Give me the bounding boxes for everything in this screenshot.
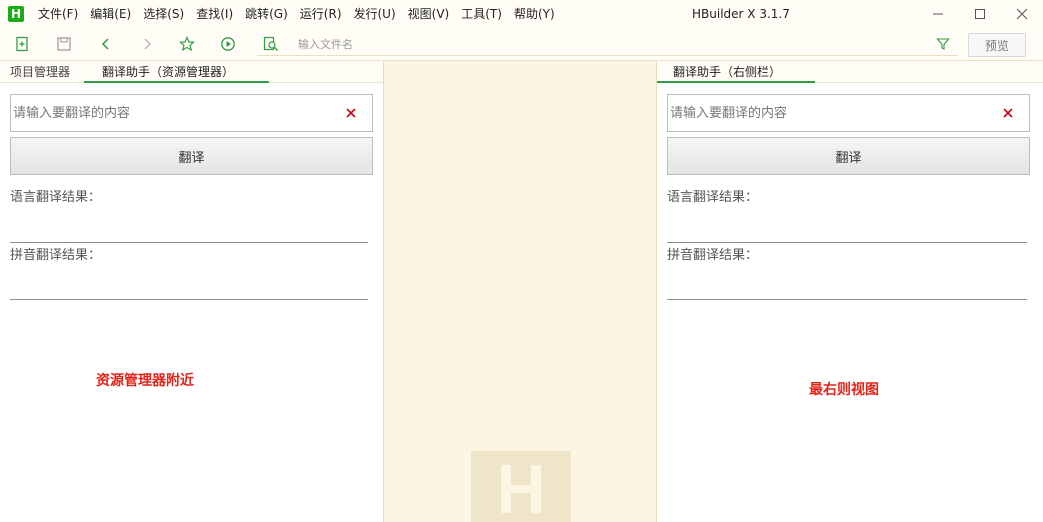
tab-translator-right[interactable]: 翻译助手（右侧栏） [657,61,815,83]
menu-publish[interactable]: 发行(U) [348,0,402,28]
language-result-field[interactable] [10,242,368,243]
translate-input-right[interactable] [670,95,990,131]
language-result-label-right: 语言翻译结果： [667,190,759,205]
language-result-label: 语言翻译结果： [10,190,102,205]
filter-button[interactable] [934,35,952,53]
language-result-field-right[interactable] [667,242,1027,243]
back-icon [101,38,109,50]
translate-input-box [10,94,373,132]
app-logo: H [8,6,24,22]
preview-button[interactable]: 预览 [968,33,1026,57]
window-controls [917,0,1043,28]
clear-icon [1003,108,1013,118]
translate-input[interactable] [13,95,333,131]
star-icon [179,36,195,52]
file-search-input[interactable] [298,33,938,55]
new-file-icon [16,36,28,52]
tab-translator-explorer[interactable]: 翻译助手（资源管理器） [84,61,269,83]
menu-select[interactable]: 选择(S) [137,0,190,28]
file-search-icon [263,36,278,51]
hbuilder-watermark-logo [471,451,571,522]
menu-run[interactable]: 运行(R) [294,0,348,28]
window-title: HBuilder X 3.1.7 [692,7,790,21]
right-translator-panel: 翻译助手（右侧栏） 翻译 语言翻译结果： 拼音翻译结果： 最右则视图 [657,61,1043,522]
menu-goto[interactable]: 跳转(G) [239,0,294,28]
maximize-button[interactable] [959,0,1001,28]
filter-icon [936,38,950,50]
translate-button[interactable]: 翻译 [10,137,373,175]
forward-icon [144,38,152,50]
back-button[interactable] [97,35,115,53]
clear-input-button[interactable] [342,104,360,122]
toolbar [0,28,1043,61]
clear-input-button-right[interactable] [999,104,1017,122]
forward-button[interactable] [138,35,156,53]
annotation-explorer: 资源管理器附近 [96,373,194,389]
menu-view[interactable]: 视图(V) [402,0,456,28]
favorite-button[interactable] [178,35,196,53]
save-icon [57,37,71,51]
menu-help[interactable]: 帮助(Y) [508,0,561,28]
pinyin-result-label: 拼音翻译结果： [10,248,102,263]
save-button[interactable] [55,35,73,53]
close-window-button[interactable] [1001,0,1043,28]
menu-find[interactable]: 查找(I) [190,0,239,28]
pinyin-result-label-right: 拼音翻译结果： [667,248,759,263]
menu-bar: 文件(F) 编辑(E) 选择(S) 查找(I) 跳转(G) 运行(R) 发行(U… [32,0,561,28]
file-search-button[interactable] [262,35,280,53]
editor-area [383,61,657,522]
pinyin-result-field-right[interactable] [667,299,1027,300]
tab-project-manager[interactable]: 项目管理器 [6,61,74,83]
left-translator-panel: 项目管理器 翻译助手（资源管理器） 翻译 语言翻译结果： 拼音翻译结果： 资源管… [0,61,383,522]
translate-button-right[interactable]: 翻译 [667,137,1030,175]
file-search-underline [258,55,958,56]
maximize-icon [975,9,985,19]
right-tab-bar: 翻译助手（右侧栏） [657,61,1043,83]
menu-tools[interactable]: 工具(T) [455,0,508,28]
clear-icon [346,108,356,118]
minimize-button[interactable] [917,0,959,28]
left-tab-bar: 项目管理器 翻译助手（资源管理器） [0,61,383,83]
new-file-button[interactable] [14,35,32,53]
menu-edit[interactable]: 编辑(E) [84,0,137,28]
pinyin-result-field[interactable] [10,299,368,300]
run-icon [221,37,235,51]
minimize-icon [933,13,943,15]
translate-input-box-right [667,94,1030,132]
title-bar: H 文件(F) 编辑(E) 选择(S) 查找(I) 跳转(G) 运行(R) 发行… [0,0,1043,28]
annotation-right-view: 最右则视图 [809,382,879,398]
menu-file[interactable]: 文件(F) [32,0,84,28]
close-icon [1016,8,1028,20]
watermark-h-icon [501,465,541,513]
run-button[interactable] [219,35,237,53]
